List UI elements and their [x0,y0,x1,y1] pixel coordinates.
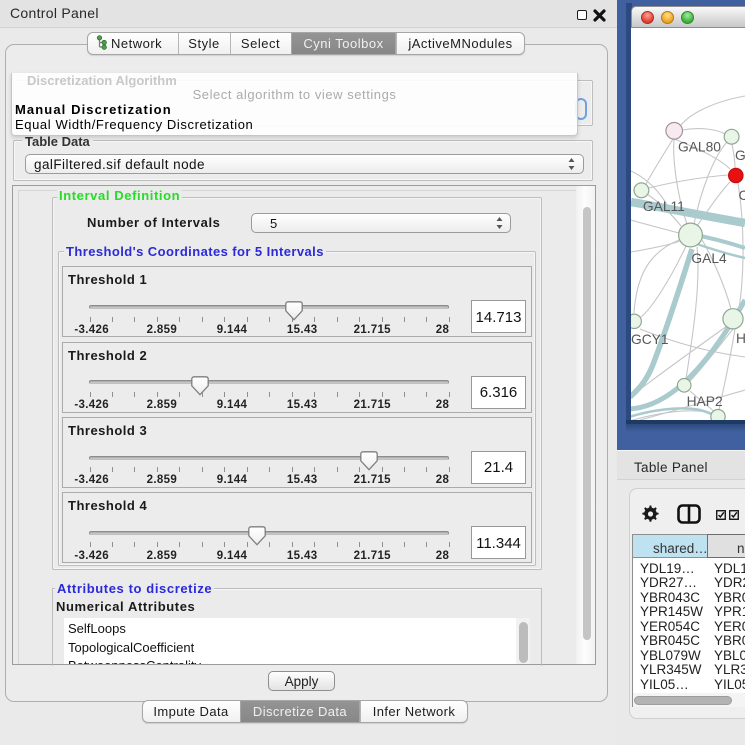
svg-text:GA: GA [735,148,745,163]
svg-text:HS: HS [736,331,745,346]
svg-text:CY: CY [739,188,745,203]
svg-text:HAP2: HAP2 [687,394,723,409]
svg-text:GAL80: GAL80 [678,140,721,155]
svg-text:GCY1: GCY1 [631,332,669,347]
svg-text:GAL4: GAL4 [691,251,727,266]
svg-text:GAL11: GAL11 [643,199,685,214]
